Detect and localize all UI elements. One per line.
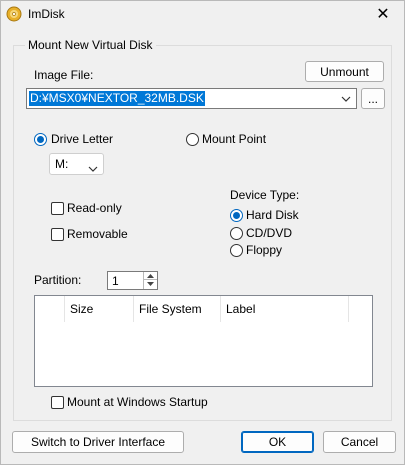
ok-button-label: OK xyxy=(268,435,287,449)
mount-point-label: Mount Point xyxy=(202,132,267,146)
drive-letter-select[interactable]: M: xyxy=(49,153,104,175)
switch-to-driver-interface-label: Switch to Driver Interface xyxy=(30,435,166,449)
ok-button[interactable]: OK xyxy=(241,431,314,453)
column-header-size[interactable]: Size xyxy=(65,296,134,322)
window-title: ImDisk xyxy=(28,7,65,21)
drive-letter-value: M: xyxy=(55,157,69,171)
removable-checkbox[interactable] xyxy=(51,228,64,241)
drive-letter-radio[interactable] xyxy=(34,133,47,146)
unmount-button-label: Unmount xyxy=(320,64,369,79)
browse-button-label: ... xyxy=(367,91,378,106)
device-type-floppy-radio[interactable] xyxy=(230,244,243,257)
mount-at-startup-checkbox[interactable] xyxy=(51,396,64,409)
mount-point-radio[interactable] xyxy=(186,133,199,146)
close-icon: ✕ xyxy=(376,6,390,23)
partition-list[interactable]: Size File System Label xyxy=(34,295,373,387)
device-type-cddvd-radio[interactable] xyxy=(230,227,243,240)
column-header-blank[interactable] xyxy=(35,296,65,322)
groupbox-title: Mount New Virtual Disk xyxy=(25,38,156,52)
image-file-path[interactable]: D:¥MSX0¥NEXTOR_32MB.DSK xyxy=(29,91,205,106)
image-file-combobox[interactable]: D:¥MSX0¥NEXTOR_32MB.DSK xyxy=(26,88,357,109)
chevron-down-icon[interactable] xyxy=(88,161,98,175)
mount-at-startup-label: Mount at Windows Startup xyxy=(67,395,208,409)
column-header-label[interactable]: Label xyxy=(221,296,349,322)
image-file-label: Image File: xyxy=(34,68,94,82)
removable-label: Removable xyxy=(67,227,128,241)
device-type-cddvd-label: CD/DVD xyxy=(246,226,293,240)
cancel-button-label: Cancel xyxy=(340,435,379,449)
device-type-harddisk-label: Hard Disk xyxy=(246,208,299,222)
device-type-label: Device Type: xyxy=(230,188,300,202)
partition-value[interactable]: 1 xyxy=(112,274,119,288)
partition-label: Partition: xyxy=(34,273,82,287)
unmount-button[interactable]: Unmount xyxy=(305,61,384,82)
read-only-checkbox[interactable] xyxy=(51,202,64,215)
close-button[interactable]: ✕ xyxy=(362,1,404,27)
device-type-floppy-label: Floppy xyxy=(246,243,283,257)
spin-up-icon[interactable] xyxy=(144,272,157,280)
browse-button[interactable]: ... xyxy=(361,88,385,109)
spin-buttons xyxy=(143,272,157,289)
drive-letter-label: Drive Letter xyxy=(51,132,114,146)
chevron-down-icon[interactable] xyxy=(339,91,353,106)
disk-app-icon xyxy=(6,6,22,22)
imdisk-window: ImDisk ✕ Mount New Virtual Disk Image Fi… xyxy=(0,0,405,465)
partition-list-header: Size File System Label xyxy=(35,296,372,322)
device-type-harddisk-radio[interactable] xyxy=(230,209,243,222)
column-header-file-system[interactable]: File System xyxy=(134,296,221,322)
partition-spinner[interactable]: 1 xyxy=(107,271,158,290)
title-bar: ImDisk ✕ xyxy=(1,1,404,27)
read-only-label: Read-only xyxy=(67,201,122,215)
switch-to-driver-interface-button[interactable]: Switch to Driver Interface xyxy=(12,431,184,453)
cancel-button[interactable]: Cancel xyxy=(323,431,396,453)
spin-down-icon[interactable] xyxy=(144,280,157,288)
